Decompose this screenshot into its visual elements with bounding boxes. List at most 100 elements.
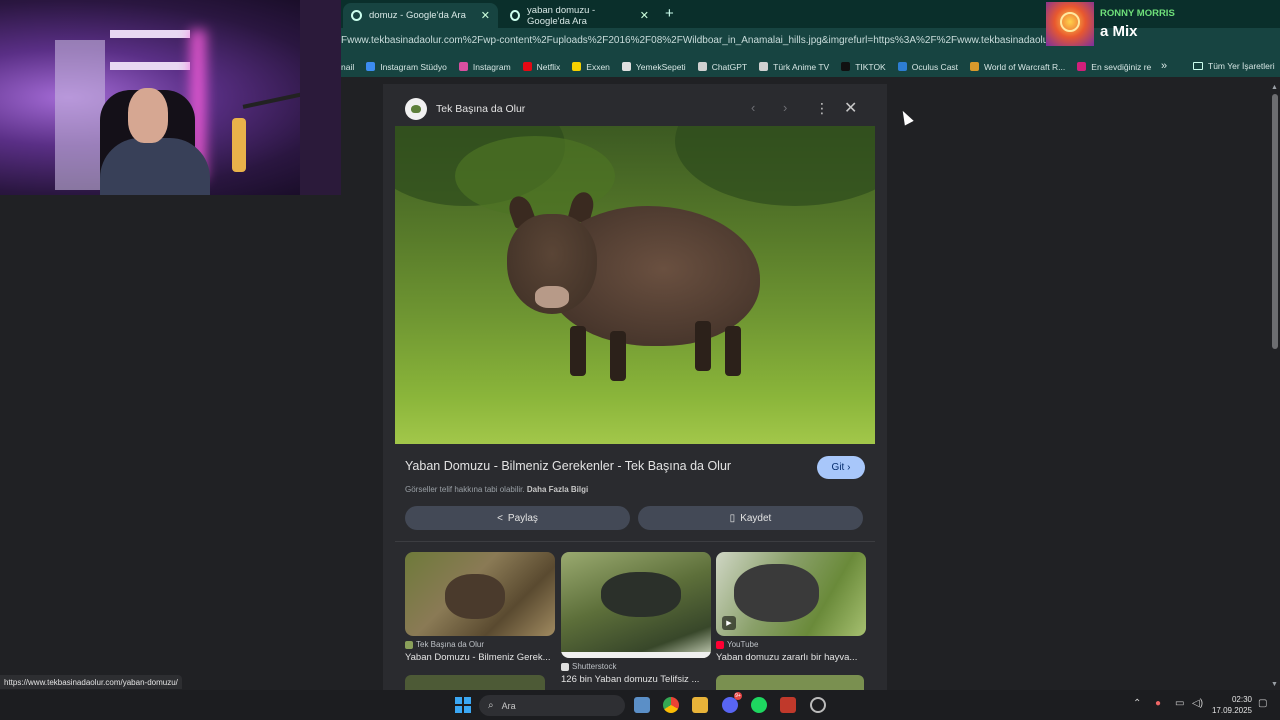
search-icon: ⌕ — [488, 700, 494, 711]
network-icon[interactable]: ▭ — [1175, 698, 1184, 709]
bookmark-item[interactable]: TIKTOK — [841, 62, 886, 72]
bookmark-favicon-icon — [522, 62, 532, 71]
related-thumbnail[interactable]: ▶ — [716, 552, 866, 636]
more-options-icon[interactable]: ⋮ — [815, 100, 829, 117]
bookmark-label: TIKTOK — [855, 61, 886, 72]
share-label: Paylaş — [507, 512, 538, 524]
bookmark-item[interactable]: Oculus Cast — [897, 61, 959, 72]
close-tab-icon[interactable]: ✕ — [481, 9, 490, 22]
result-title[interactable]: Yaban Domuzu - Bilmeniz Gerekenler - Tek… — [405, 459, 731, 473]
all-bookmarks[interactable]: Tüm Yer İşaretleri — [1193, 61, 1275, 71]
bookmark-item[interactable]: Netflix — [522, 62, 560, 72]
bookmark-list: nail Instagram Stüdyo Instagram Netflix Exxe… — [341, 62, 1151, 72]
related-card[interactable]: Shutterstock 126 bin Yaban domuzu Telifs… — [561, 552, 711, 685]
related-card[interactable]: ▶ YouTube Yaban domuzu zararlı bir hayva… — [716, 552, 866, 663]
close-tab-icon[interactable]: ✕ — [640, 9, 649, 22]
file-explorer-icon[interactable] — [692, 697, 708, 713]
previous-image-icon[interactable]: ‹ — [751, 100, 755, 115]
related-thumbnail[interactable] — [716, 675, 864, 690]
save-button[interactable]: ▯ Kaydet — [638, 506, 863, 530]
folder-icon — [1193, 62, 1203, 70]
source-favicon-icon — [405, 640, 413, 649]
bookmark-label: Exxen — [586, 61, 610, 72]
album-art — [1046, 2, 1094, 46]
new-tab-icon[interactable]: + — [665, 5, 674, 22]
scrollbar-thumb[interactable] — [1272, 94, 1278, 349]
task-view-icon[interactable] — [634, 697, 650, 713]
page-scrollbar[interactable]: ▲ ▼ — [1270, 84, 1280, 690]
clock-time: 02:30 — [1231, 695, 1252, 704]
more-info-link[interactable]: Daha Fazla Bilgi — [527, 485, 588, 494]
discord-badge: 9+ — [734, 692, 742, 700]
spotify-icon[interactable] — [751, 697, 767, 713]
source-name: Tek Başına da Olur — [436, 103, 526, 115]
source-logo-icon — [405, 98, 427, 120]
chrome-icon[interactable] — [663, 697, 679, 713]
related-title: Yaban domuzu zararlı bir hayva... — [716, 652, 858, 663]
tab-yaban-domuzu[interactable]: yaban domuzu - Google'da Ara ✕ — [502, 3, 657, 28]
bookmark-label: ChatGPT — [711, 61, 748, 72]
np-artist: RONNY MORRIS — [1100, 8, 1175, 19]
divider — [395, 541, 875, 542]
url-text[interactable]: Fwww.tekbasinadaolur.com%2Fwp-content%2F… — [341, 35, 1061, 46]
related-thumbnail[interactable] — [405, 552, 555, 636]
copyright-notice: Görseller telif hakkına tabi olabilir. D… — [405, 485, 588, 494]
video-play-icon: ▶ — [722, 616, 736, 630]
microphone-icon[interactable]: ● — [1155, 698, 1161, 709]
go-button[interactable]: Git › — [817, 456, 865, 479]
bookmark-favicon-icon — [841, 62, 851, 71]
scroll-up-icon[interactable]: ▲ — [1271, 84, 1278, 91]
bookmark-label: Türk Anime TV — [773, 61, 830, 72]
volume-icon[interactable]: ◁) — [1192, 698, 1203, 709]
clock[interactable]: 02:30 17.09.2025 — [1210, 694, 1252, 716]
chevron-right-icon: › — [847, 462, 851, 473]
source-row[interactable]: Tek Başına da Olur — [405, 97, 525, 121]
related-thumbnail[interactable] — [405, 675, 545, 690]
app-icon[interactable] — [810, 697, 826, 713]
close-viewer-icon[interactable]: ✕ — [844, 98, 857, 118]
related-source: Tek Başına da Olur — [416, 640, 485, 649]
taskbar-search[interactable]: ⌕ Ara — [479, 695, 625, 716]
bookmark-item[interactable]: Türk Anime TV — [759, 62, 829, 72]
tab-label: domuz - Google'da Ara — [369, 10, 466, 21]
more-bookmarks-icon[interactable]: » — [1161, 60, 1167, 72]
scroll-down-icon[interactable]: ▼ — [1271, 681, 1278, 688]
related-title: Yaban Domuzu - Bilmeniz Gerek... — [405, 652, 551, 663]
notification-icon[interactable]: ▢ — [1258, 698, 1267, 709]
app-icon[interactable] — [780, 697, 796, 713]
bookmark-item[interactable]: Instagram Stüdyo — [366, 62, 447, 72]
bookmark-item[interactable]: Instagram — [458, 62, 511, 72]
bookmark-favicon-icon — [759, 62, 769, 71]
bookmark-favicon-icon — [697, 62, 707, 71]
next-image-icon[interactable]: › — [783, 100, 787, 115]
share-button[interactable]: < Paylaş — [405, 506, 630, 530]
search-placeholder: Ara — [501, 700, 516, 711]
bookmark-favicon-icon — [1077, 62, 1087, 71]
bookmark-item[interactable]: Exxen — [572, 62, 610, 72]
bookmark-favicon-icon — [366, 62, 376, 71]
bookmark-label: Instagram Stüdyo — [380, 61, 447, 72]
bookmark-item[interactable]: YemekSepeti — [621, 62, 686, 72]
tab-label: yaban domuzu - Google'da Ara — [527, 4, 596, 27]
related-card[interactable]: Tek Başına da Olur Yaban Domuzu - Bilmen… — [405, 552, 555, 663]
bookmark-item[interactable]: nail — [341, 62, 354, 72]
chevron-up-icon[interactable]: ⌃ — [1133, 698, 1141, 709]
bookmark-favicon-icon — [458, 62, 468, 71]
google-icon — [351, 10, 362, 21]
bookmark-favicon-icon — [897, 62, 907, 71]
clock-date: 17.09.2025 — [1211, 706, 1252, 715]
webcam-overlay — [0, 0, 341, 195]
tab-domuz[interactable]: domuz - Google'da Ara ✕ — [343, 3, 498, 28]
bookmark-item[interactable]: ChatGPT — [697, 61, 748, 72]
bookmark-item[interactable]: World of Warcraft R... — [970, 62, 1065, 72]
related-source: YouTube — [727, 640, 759, 649]
bookmark-label: Oculus Cast — [911, 61, 959, 72]
related-thumbnail[interactable] — [561, 552, 711, 658]
all-bookmarks-label: Tüm Yer İşaretleri — [1208, 61, 1275, 71]
main-image-wild-boar[interactable] — [395, 126, 875, 444]
bookmark-item[interactable]: En sevdiğiniz restor... — [1077, 62, 1151, 72]
now-playing-overlay: RONNY MORRIS a Mix — [1046, 0, 1280, 48]
np-title: a Mix — [1100, 23, 1138, 40]
google-icon — [510, 10, 521, 21]
windows-start-icon[interactable] — [455, 697, 471, 713]
